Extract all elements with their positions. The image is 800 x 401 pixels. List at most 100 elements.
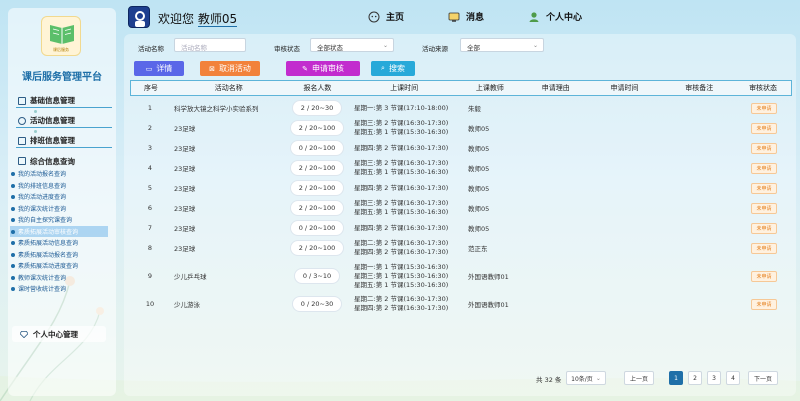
source-select-value: 全部: [467, 44, 480, 52]
table-row[interactable]: 4 23足球 2 / 20~100 星期三:第 2 节课(16:30-17:30…: [130, 158, 792, 178]
detail-button[interactable]: ▭ 详情: [134, 61, 184, 76]
row-count: 0 / 20~30: [291, 296, 343, 312]
table-row[interactable]: 10 少儿游泳 0 / 20~30 星期二:第 2 节课(16:30-17:30…: [130, 294, 792, 314]
col-header: 序号: [143, 84, 158, 92]
monitor-icon: ▭: [145, 64, 153, 73]
submenu-item[interactable]: 我的排班信息查询: [10, 180, 108, 192]
nav-messages-label: 消息: [466, 13, 485, 23]
row-time: 星期三:第 2 节课(16:30-17:30): [354, 199, 449, 207]
row-time: 星期四:第 2 节课(16:30-17:30): [354, 223, 449, 232]
user-icon: [529, 11, 539, 22]
nav-basic-info[interactable]: 基础信息管理: [16, 94, 112, 108]
submenu-item-active[interactable]: 素质拓展活动审核查询: [10, 225, 108, 237]
table-row[interactable]: 8 23足球 2 / 20~100 星期二:第 2 节课(16:30-17:30…: [130, 238, 792, 258]
app-logo: 课后服务: [41, 16, 81, 56]
monitor-icon: [448, 12, 460, 22]
status-badge: 未申请: [751, 122, 777, 134]
submenu-item[interactable]: 我的活动进度查询: [10, 191, 108, 203]
diamond-icon: [20, 330, 28, 338]
row-time: 星期二:第 2 节课(16:30-17:30): [354, 239, 449, 247]
status-badge: 未申请: [751, 298, 777, 310]
page-size-select[interactable]: 10条/页 ⌄: [566, 371, 606, 385]
calendar-icon: [18, 136, 26, 145]
nav-label: 活动信息管理: [30, 116, 75, 125]
cancel-activity-button[interactable]: ⊠ 取消活动: [200, 61, 260, 76]
row-time: 星期一:第 1 节课(15:30-16:30): [354, 262, 449, 271]
table-row[interactable]: 6 23足球 2 / 20~100 星期三:第 2 节课(16:30-17:30…: [130, 198, 792, 218]
submenu-item[interactable]: 素质拓展活动进度查询: [10, 260, 108, 272]
chevron-down-icon: ⌄: [532, 42, 538, 49]
row-time: 星期四:第 2 节课(16:30-17:30): [354, 143, 449, 152]
status-select[interactable]: 全部状态 ⌄: [310, 38, 394, 52]
page-button[interactable]: 2: [688, 371, 702, 385]
table-row[interactable]: 5 23足球 2 / 20~100 星期四:第 2 节课(16:30-17:30…: [130, 180, 792, 196]
status-badge: 未申请: [751, 222, 777, 234]
row-name: 23足球: [174, 225, 196, 233]
detail-button-label: 详情: [156, 64, 173, 73]
chevron-down-icon: ⌄: [595, 374, 601, 382]
col-header: 申请时间: [610, 84, 639, 92]
apply-review-button[interactable]: ✎ 申请审核: [286, 61, 360, 76]
gear-icon: [18, 116, 26, 125]
avatar[interactable]: [128, 6, 150, 28]
search-button[interactable]: ⌕ 搜索: [371, 61, 415, 76]
submenu-item[interactable]: 我的课次统计查询: [10, 203, 108, 215]
row-no: 6: [147, 204, 153, 212]
row-teacher: 教师05: [468, 225, 490, 233]
nav-schedule-info[interactable]: 排班信息管理: [16, 134, 112, 148]
page-button[interactable]: 4: [726, 371, 740, 385]
activity-name-input[interactable]: 活动名称: [174, 38, 246, 52]
row-name: 23足球: [174, 125, 196, 133]
status-badge: 未申请: [751, 102, 777, 114]
submenu-item[interactable]: 素质拓展活动信息查询: [10, 237, 108, 249]
submenu-item[interactable]: 课时营收统计查询: [10, 283, 108, 295]
status-select-value: 全部状态: [317, 44, 343, 52]
nav-personal-center[interactable]: 个人中心管理: [12, 326, 106, 342]
col-header: 上课时间: [390, 83, 419, 92]
col-header: 上课教师: [475, 84, 504, 92]
submenu-item[interactable]: 我的活动报名查询: [10, 168, 108, 180]
col-header: 报名人数: [303, 84, 332, 92]
submenu-item[interactable]: 素质拓展活动报名查询: [10, 249, 108, 261]
table-row[interactable]: 9 少儿乒乓球 0 / 3~10 星期一:第 1 节课(15:30-16:30)…: [130, 262, 792, 290]
nav-home[interactable]: 主页: [368, 10, 404, 23]
row-time: 星期四:第 2 节课(16:30-17:30): [354, 248, 449, 256]
nav-label: 排班信息管理: [30, 136, 75, 145]
page-button[interactable]: 1: [669, 371, 683, 385]
next-page-button[interactable]: 下一页: [748, 371, 778, 385]
cancel-button-label: 取消活动: [218, 64, 251, 73]
status-badge: 未申请: [751, 202, 777, 214]
row-name: 科学放大镜之科学小实验系列: [174, 105, 259, 113]
book-icon: [50, 25, 74, 44]
row-teacher: 教师05: [468, 125, 490, 133]
source-select[interactable]: 全部 ⌄: [460, 38, 544, 52]
prev-page-button[interactable]: 上一页: [624, 371, 654, 385]
nav-messages[interactable]: 消息: [448, 10, 484, 23]
submenu-item[interactable]: 教师课次统计查询: [10, 272, 108, 284]
row-time: 星期一:第 3 节课(17:10-18:00): [354, 103, 449, 112]
chevron-down-icon: ⌄: [382, 42, 388, 49]
nav-personal-label: 个人中心: [546, 13, 583, 23]
page-size-value: 10条/页: [571, 375, 593, 383]
row-time: 星期五:第 1 节课(15:30-16:30): [354, 168, 449, 176]
row-count: 2 / 20~100: [289, 240, 345, 256]
table-row[interactable]: 2 23足球 2 / 20~100 星期三:第 2 节课(16:30-17:30…: [130, 118, 792, 138]
col-header: 审核状态: [749, 84, 778, 92]
welcome-text: 欢迎您 教师05: [158, 10, 238, 27]
submenu-item[interactable]: 我的自主探究课查询: [10, 214, 108, 226]
nav-personal[interactable]: 个人中心: [528, 10, 582, 23]
monitor-icon: [18, 157, 26, 165]
table-row[interactable]: 7 23足球 0 / 20~100 星期四:第 2 节课(16:30-17:30…: [130, 220, 792, 236]
table-row[interactable]: 1 科学放大镜之科学小实验系列 2 / 20~30 星期一:第 3 节课(17:…: [130, 100, 792, 116]
row-time: 星期四:第 2 节课(16:30-17:30): [354, 183, 449, 192]
page-button[interactable]: 3: [707, 371, 721, 385]
nav-query[interactable]: 综合信息查询: [16, 154, 112, 168]
row-teacher: 外国语教师01: [468, 273, 509, 281]
nav-label: 综合信息查询: [30, 156, 75, 166]
home-icon: [368, 11, 380, 22]
nav-activity-info[interactable]: 活动信息管理: [16, 114, 112, 128]
nav-home-label: 主页: [386, 13, 405, 23]
table-row[interactable]: 3 23足球 0 / 20~100 星期四:第 2 节课(16:30-17:30…: [130, 140, 792, 156]
row-teacher: 教师05: [468, 165, 490, 173]
row-name: 23足球: [174, 145, 196, 153]
